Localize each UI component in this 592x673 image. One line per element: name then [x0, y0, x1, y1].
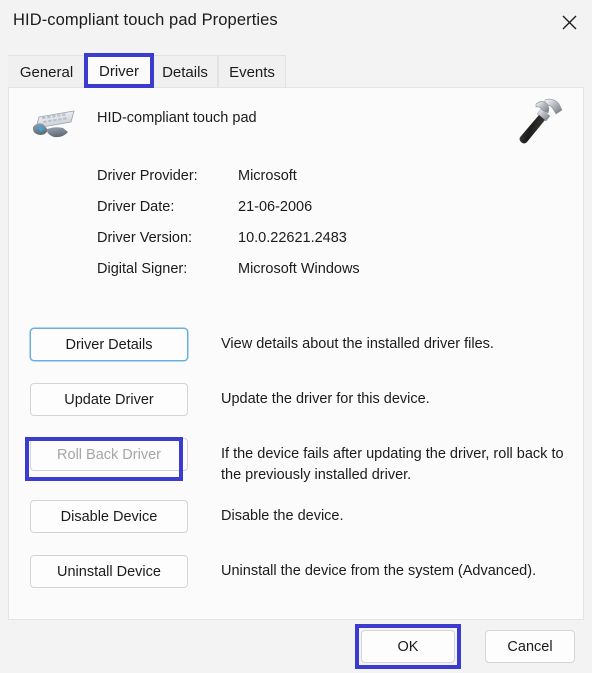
- uninstall-device-button[interactable]: Uninstall Device: [30, 555, 188, 588]
- driver-details-description: View details about the installed driver …: [221, 336, 494, 352]
- info-value: 21-06-2006: [238, 199, 313, 215]
- disable-device-description: Disable the device.: [221, 508, 344, 524]
- tab-strip: General Driver Details Events: [0, 44, 592, 88]
- dialog-footer: OK Cancel: [0, 620, 592, 673]
- info-row-digital-signer: Digital Signer: Microsoft Windows: [97, 261, 517, 292]
- driver-tab-panel: HID-compliant touch pad Driver Provider:…: [8, 87, 584, 620]
- info-row-driver-version: Driver Version: 10.0.22621.2483: [97, 230, 517, 261]
- close-icon[interactable]: [546, 0, 592, 44]
- action-row-uninstall-device: Uninstall Device Uninstall the device fr…: [9, 555, 583, 610]
- action-row-disable-device: Disable Device Disable the device.: [9, 500, 583, 555]
- tab-general[interactable]: General: [8, 55, 86, 88]
- roll-back-driver-button[interactable]: Roll Back Driver: [30, 438, 188, 471]
- action-row-update-driver: Update Driver Update the driver for this…: [9, 383, 583, 438]
- driver-info-grid: Driver Provider: Microsoft Driver Date: …: [97, 168, 517, 292]
- driver-details-button[interactable]: Driver Details: [30, 328, 188, 361]
- info-value: 10.0.22621.2483: [238, 230, 347, 246]
- device-name: HID-compliant touch pad: [97, 110, 257, 126]
- tab-events[interactable]: Events: [218, 55, 286, 88]
- info-row-driver-date: Driver Date: 21-06-2006: [97, 199, 517, 230]
- tab-details[interactable]: Details: [152, 55, 218, 88]
- hid-touchpad-icon: [27, 101, 79, 145]
- update-driver-button[interactable]: Update Driver: [30, 383, 188, 416]
- roll-back-driver-description: If the device fails after updating the d…: [221, 446, 564, 483]
- hammer-icon: [515, 96, 567, 150]
- title-bar: HID-compliant touch pad Properties: [0, 0, 592, 44]
- driver-actions: Driver Details View details about the in…: [9, 328, 583, 610]
- info-value: Microsoft Windows: [238, 261, 360, 277]
- action-row-roll-back-driver: Roll Back Driver If the device fails aft…: [9, 438, 583, 500]
- update-driver-description: Update the driver for this device.: [221, 391, 430, 407]
- info-label: Digital Signer:: [97, 261, 188, 277]
- cancel-button[interactable]: Cancel: [485, 630, 575, 663]
- info-label: Driver Provider:: [97, 168, 198, 184]
- device-properties-dialog: HID-compliant touch pad Properties Gener…: [0, 0, 592, 673]
- device-header: HID-compliant touch pad: [9, 88, 583, 158]
- info-label: Driver Version:: [97, 230, 193, 246]
- info-value: Microsoft: [238, 168, 297, 184]
- info-row-driver-provider: Driver Provider: Microsoft: [97, 168, 517, 199]
- action-row-driver-details: Driver Details View details about the in…: [9, 328, 583, 383]
- ok-button[interactable]: OK: [361, 630, 455, 663]
- tab-driver[interactable]: Driver: [86, 55, 152, 88]
- uninstall-device-description: Uninstall the device from the system (Ad…: [221, 563, 537, 579]
- disable-device-button[interactable]: Disable Device: [30, 500, 188, 533]
- window-title: HID-compliant touch pad Properties: [13, 11, 278, 29]
- info-label: Driver Date:: [97, 199, 175, 215]
